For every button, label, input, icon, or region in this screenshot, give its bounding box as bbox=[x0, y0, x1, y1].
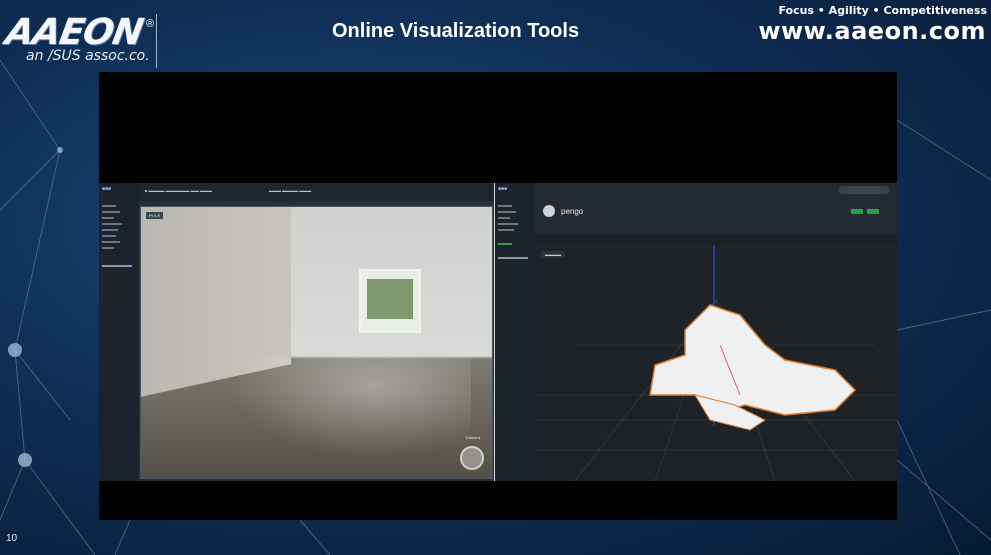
map-3d-scene: ▬▬▬▬ bbox=[535, 245, 897, 481]
action-button[interactable] bbox=[867, 209, 879, 214]
page-title: Online Visualization Tools bbox=[332, 20, 580, 42]
registered-icon: ® bbox=[146, 18, 155, 30]
sidebar: ■■■ bbox=[495, 183, 535, 481]
logo-subtitle: an /SUS assoc.co. bbox=[26, 48, 150, 64]
tagline: Focus • Agility • Competitiveness bbox=[778, 4, 987, 17]
camera-view-screenshot: ■■■ ■ ▬▬▬▬ ▬▬▬▬▬▬ ▬▬ ▬▬▬ ▬▬▬ ▬▬▬▬ ▬▬▬ Pt… bbox=[99, 183, 495, 481]
website-url: www.aaeon.com bbox=[758, 17, 986, 45]
record-badge: Pt 4-9 bbox=[146, 212, 163, 219]
user-menu[interactable] bbox=[839, 186, 889, 194]
action-button[interactable] bbox=[851, 209, 863, 214]
slide-number: 10 bbox=[6, 533, 18, 544]
camera-feed: Pt 4-9 Camera bbox=[140, 206, 493, 479]
camera-control-button[interactable] bbox=[460, 446, 484, 470]
occupancy-map bbox=[535, 245, 897, 481]
sidebar-brand: ■■■ bbox=[498, 186, 508, 192]
map-view-screenshot: ■■■ pengo ▬▬▬▬ bbox=[495, 183, 897, 481]
window-scene bbox=[359, 269, 421, 333]
tab-bar bbox=[535, 235, 897, 245]
video-player[interactable]: ■■■ ■ ▬▬▬▬ ▬▬▬▬▬▬ ▬▬ ▬▬▬ ▬▬▬ ▬▬▬▬ ▬▬▬ Pt… bbox=[99, 72, 897, 520]
sidebar-brand: ■■■ bbox=[102, 186, 112, 192]
logo-wordmark: AAEON bbox=[2, 12, 146, 53]
top-toolbar: ■ ▬▬▬▬ ▬▬▬▬▬▬ ▬▬ ▬▬▬ ▬▬▬ ▬▬▬▬ ▬▬▬ bbox=[139, 183, 495, 201]
sidebar: ■■■ bbox=[99, 183, 139, 481]
robot-name: pengo bbox=[561, 207, 584, 216]
camera-overlay-label: Camera bbox=[465, 435, 480, 440]
aaeon-logo: AAEON ® an /SUS assoc.co. bbox=[2, 12, 156, 68]
robot-avatar bbox=[543, 205, 555, 217]
robot-header: pengo bbox=[535, 183, 897, 235]
logo-divider bbox=[156, 14, 157, 68]
